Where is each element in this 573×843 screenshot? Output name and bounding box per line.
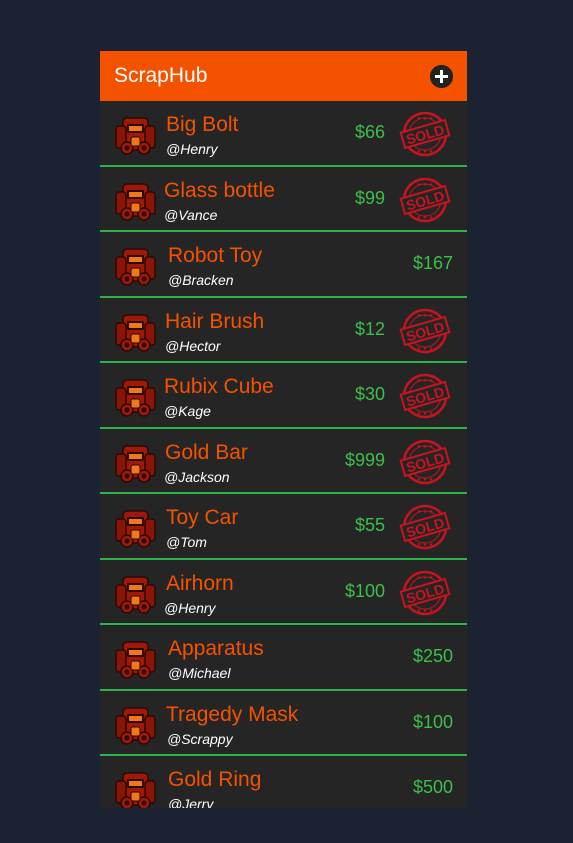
svg-text:★ ★ ★: ★ ★ ★ xyxy=(417,346,434,352)
sold-label: SOLD xyxy=(404,121,446,147)
item-name: Toy Car xyxy=(166,506,239,529)
scrap-robot-icon xyxy=(115,772,156,808)
app-title: ScrapHub xyxy=(114,64,208,87)
scrap-robot-icon xyxy=(115,117,156,155)
scrap-robot-icon xyxy=(115,248,156,286)
sold-label: SOLD xyxy=(404,514,446,540)
scrap-robot-icon xyxy=(115,575,156,614)
seller-handle: @Hector xyxy=(165,337,221,354)
item-price: $30 xyxy=(354,384,385,404)
item-price: $12 xyxy=(354,318,385,339)
seller-handle: @Jackson xyxy=(164,468,230,485)
listing-row-6[interactable]: Gold Bar @Jackson $999 SOLD ★ ★ ★ ★ ★ ★ xyxy=(100,429,467,494)
listing-row-3[interactable]: Robot Toy @Bracken $167 xyxy=(100,232,467,298)
svg-text:★ ★ ★: ★ ★ ★ xyxy=(417,411,434,417)
sold-label: SOLD xyxy=(404,449,446,475)
scrap-robot-icon xyxy=(115,641,156,679)
seller-handle: @Jerry xyxy=(168,796,214,808)
item-name: Robot Toy xyxy=(168,244,263,267)
sold-stamp-icon: SOLD ★ ★ ★ ★ ★ ★ xyxy=(399,177,451,222)
sold-label: SOLD xyxy=(404,318,446,344)
sold-stamp-icon: SOLD ★ ★ ★ ★ ★ ★ xyxy=(399,308,451,353)
seller-handle: @Henry xyxy=(166,141,218,157)
listing-row-9[interactable]: Apparatus @Michael $250 xyxy=(100,625,467,691)
item-name: Big Bolt xyxy=(166,113,239,136)
sold-stamp-icon: SOLD ★ ★ ★ ★ ★ ★ xyxy=(399,439,451,484)
item-name: Glass bottle xyxy=(164,178,275,202)
listing-list: Big Bolt @Henry $66 SOLD ★ ★ ★ ★ ★ ★ Gla… xyxy=(100,101,467,808)
item-price: $100 xyxy=(344,580,385,601)
listing-row-10[interactable]: Tragedy Mask @Scrappy $100 xyxy=(100,691,467,756)
item-name: Gold Bar xyxy=(165,440,248,464)
seller-handle: @Tom xyxy=(166,534,207,550)
listing-row-11[interactable]: Gold Ring @Jerry $500 xyxy=(100,756,467,808)
add-listing-button[interactable] xyxy=(430,64,453,88)
scrap-robot-icon xyxy=(115,444,156,483)
sold-stamp-icon: SOLD ★ ★ ★ ★ ★ ★ xyxy=(399,570,451,615)
svg-text:★ ★ ★: ★ ★ ★ xyxy=(417,378,434,384)
item-name: Hair Brush xyxy=(165,309,265,333)
item-price: $66 xyxy=(354,122,385,142)
scrap-robot-icon xyxy=(115,182,156,221)
item-price: $500 xyxy=(412,777,453,797)
seller-handle: @Vance xyxy=(164,206,218,223)
seller-handle: @Kage xyxy=(164,403,211,419)
app-bar: ScrapHub xyxy=(100,51,467,101)
sold-label: SOLD xyxy=(404,580,446,606)
svg-text:★ ★ ★: ★ ★ ★ xyxy=(417,215,434,221)
svg-text:★ ★ ★: ★ ★ ★ xyxy=(417,477,434,483)
svg-text:★ ★ ★: ★ ★ ★ xyxy=(417,542,434,548)
svg-text:★ ★ ★: ★ ★ ★ xyxy=(417,444,434,450)
item-name: Rubix Cube xyxy=(164,375,274,398)
plus-circle-icon xyxy=(430,64,453,88)
listing-row-2[interactable]: Glass bottle @Vance $99 SOLD ★ ★ ★ ★ ★ ★ xyxy=(100,167,467,232)
scraphub-app: ScrapHub Big Bolt @Henry $66 SOLD ★ ★ ★ … xyxy=(100,51,467,808)
svg-text:★ ★ ★: ★ ★ ★ xyxy=(417,116,434,122)
svg-text:★ ★ ★: ★ ★ ★ xyxy=(417,608,434,614)
listing-row-8[interactable]: Airhorn @Henry $100 SOLD ★ ★ ★ ★ ★ ★ xyxy=(100,560,467,625)
listing-row-5[interactable]: Rubix Cube @Kage $30 SOLD ★ ★ ★ ★ ★ ★ xyxy=(100,363,467,429)
item-name: Airhorn xyxy=(166,571,234,595)
seller-handle: @Henry xyxy=(164,599,216,616)
listing-row-7[interactable]: Toy Car @Tom $55 SOLD ★ ★ ★ ★ ★ ★ xyxy=(100,494,467,560)
item-price: $167 xyxy=(412,253,453,273)
scrap-robot-icon xyxy=(115,510,156,548)
item-name: Tragedy Mask xyxy=(166,702,299,726)
sold-label: SOLD xyxy=(404,187,446,213)
seller-handle: @Scrappy xyxy=(167,730,233,747)
sold-stamp-icon: SOLD ★ ★ ★ ★ ★ ★ xyxy=(399,111,451,157)
seller-handle: @Bracken xyxy=(168,272,234,288)
item-name: Apparatus xyxy=(168,637,264,660)
item-price: $100 xyxy=(412,711,453,732)
listing-row-1[interactable]: Big Bolt @Henry $66 SOLD ★ ★ ★ ★ ★ ★ xyxy=(100,101,467,167)
scrap-robot-icon xyxy=(115,379,156,417)
item-name: Gold Ring xyxy=(168,768,262,791)
item-price: $55 xyxy=(354,515,385,535)
scrap-robot-icon xyxy=(115,706,156,745)
sold-stamp-icon: SOLD ★ ★ ★ ★ ★ ★ xyxy=(399,504,451,550)
scrap-robot-icon xyxy=(115,313,156,352)
item-price: $250 xyxy=(412,646,453,666)
sold-label: SOLD xyxy=(404,383,446,409)
svg-text:★ ★ ★: ★ ★ ★ xyxy=(417,313,434,319)
svg-text:★ ★ ★: ★ ★ ★ xyxy=(417,182,434,188)
item-price: $99 xyxy=(354,187,385,208)
sold-stamp-icon: SOLD ★ ★ ★ ★ ★ ★ xyxy=(399,373,451,419)
listing-row-4[interactable]: Hair Brush @Hector $12 SOLD ★ ★ ★ ★ ★ ★ xyxy=(100,298,467,363)
seller-handle: @Michael xyxy=(168,665,231,681)
svg-text:★ ★ ★: ★ ★ ★ xyxy=(417,509,434,515)
svg-text:★ ★ ★: ★ ★ ★ xyxy=(417,149,434,155)
svg-text:★ ★ ★: ★ ★ ★ xyxy=(417,575,434,581)
item-price: $999 xyxy=(344,449,385,470)
